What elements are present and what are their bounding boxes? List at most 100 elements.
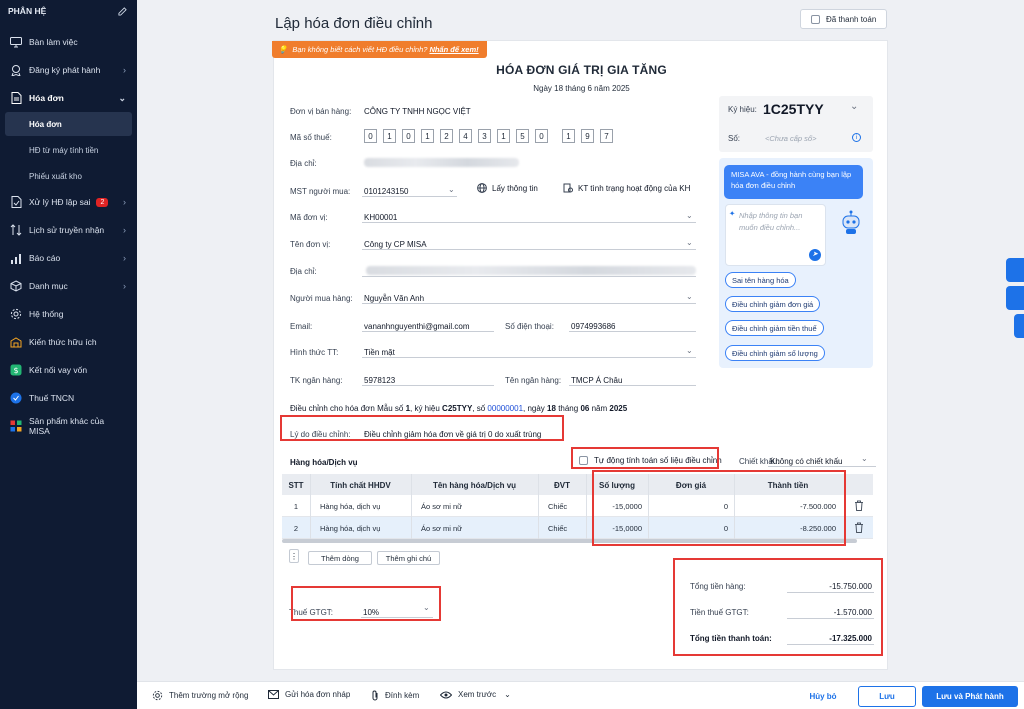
side-tab-chat[interactable] <box>1006 258 1024 282</box>
chevron-down-icon[interactable]: ⌄ <box>686 211 693 220</box>
sidebar-item-loan[interactable]: $ Kết nối vay vốn <box>0 356 137 384</box>
bank-name-value[interactable]: TMCP Á Châu <box>571 376 622 385</box>
chip-reduce-quantity[interactable]: Điều chỉnh giảm số lượng <box>725 345 825 361</box>
sidebar-subitem-cash-register[interactable]: HĐ từ máy tính tiền <box>0 138 137 162</box>
attach-button[interactable]: Đính kèm <box>371 690 419 701</box>
sidebar-subitem-label: Hóa đơn <box>29 119 62 129</box>
seller-name: CÔNG TY TNHH NGỌC VIỆT <box>364 107 471 116</box>
table-cell-unit[interactable]: Chiếc <box>538 524 586 533</box>
chip-reduce-tax[interactable]: Điều chỉnh giảm tiền thuế <box>725 320 824 336</box>
adjust-month-label: tháng <box>558 404 579 413</box>
invoice-title: HÓA ĐƠN GIÁ TRỊ GIA TĂNG <box>496 63 667 77</box>
send-draft-button[interactable]: Gửi hóa đơn nháp <box>268 690 350 699</box>
chart-icon <box>10 252 22 264</box>
sparkle-icon: ✦ <box>729 209 736 218</box>
chevron-down-icon[interactable]: ⌄ <box>686 292 693 301</box>
unit-code-label: Mã đơn vị: <box>290 213 328 222</box>
sidebar-item-history[interactable]: Lịch sử truyền nhận › <box>0 216 137 244</box>
table-cell-unit[interactable]: Chiếc <box>538 502 586 511</box>
side-tab-support[interactable] <box>1006 286 1024 310</box>
save-button[interactable]: Lưu <box>858 686 916 707</box>
checkbox-icon <box>811 14 820 24</box>
chevron-down-icon[interactable]: ⌄ <box>850 101 858 112</box>
save-issue-button[interactable]: Lưu và Phát hành <box>922 686 1018 707</box>
adjust-sym-label: , ký hiệu <box>410 404 440 413</box>
chevron-down-icon[interactable]: ⌄ <box>686 346 693 355</box>
send-icon[interactable]: ➤ <box>809 249 821 261</box>
buyer-value[interactable]: Nguyễn Văn Anh <box>364 294 424 303</box>
ai-input[interactable]: ✦ Nhập thông tin bạn muốn điều chỉnh... … <box>725 204 826 266</box>
knowledge-icon <box>10 336 22 348</box>
extra-fields-button[interactable]: Thêm trường mở rộng <box>152 690 248 701</box>
info-icon[interactable]: i <box>852 133 861 142</box>
number-value: <Chưa cấp số> <box>765 134 817 143</box>
unit-name-value[interactable]: Công ty CP MISA <box>364 240 427 249</box>
chevron-down-icon[interactable]: ⌄ <box>448 185 455 194</box>
chevron-down-icon[interactable]: ⌄ <box>686 238 693 247</box>
sidebar-item-register[interactable]: Đăng ký phát hành › <box>0 56 137 84</box>
address-redacted <box>364 158 519 167</box>
sidebar-subitem-invoice[interactable]: Hóa đơn <box>5 112 132 136</box>
adjust-number-link[interactable]: 00000001 <box>487 404 523 413</box>
paperclip-icon <box>372 690 378 701</box>
discount-value[interactable]: Không có chiết khấu <box>770 457 843 466</box>
cancel-button[interactable]: Hủy bỏ <box>793 686 853 707</box>
sidebar-subitem-label: HĐ từ máy tính tiền <box>29 145 99 155</box>
help-link[interactable]: Nhấn để xem! <box>429 45 478 54</box>
seller-label: Đơn vị bán hàng: <box>290 107 352 116</box>
help-banner[interactable]: 💡 Bạn không biết cách viết HĐ điều chỉnh… <box>272 41 487 58</box>
svg-text:$: $ <box>13 366 18 375</box>
symbol-value[interactable]: 1C25TYY <box>763 101 824 117</box>
chevron-down-icon[interactable]: ⌄ <box>861 454 868 463</box>
preview-button[interactable]: Xem trước ⌄ <box>440 690 511 699</box>
sidebar-item-knowledge[interactable]: Kiến thức hữu ích <box>0 328 137 356</box>
sidebar-item-label: Hóa đơn <box>29 93 64 103</box>
bank-account-value[interactable]: 5978123 <box>364 376 395 385</box>
table-cell-type[interactable]: Hàng hóa, dịch vụ <box>310 524 411 533</box>
chip-reduce-price[interactable]: Điều chỉnh giảm đơn giá <box>725 296 821 312</box>
side-tab-more[interactable] <box>1014 314 1024 338</box>
ai-assistant-panel: MISA AVA - đồng hành cùng bạn lập hóa đơ… <box>719 158 873 368</box>
table-cell-name[interactable]: Áo sơ mi nữ <box>411 524 538 533</box>
payment-underline <box>362 357 696 358</box>
tax-icon <box>10 392 22 404</box>
trash-icon[interactable] <box>854 500 864 511</box>
payment-value[interactable]: Tiền mặt <box>364 348 395 357</box>
sidebar-item-system[interactable]: Hệ thống <box>0 300 137 328</box>
adjust-day: 18 <box>547 404 556 413</box>
sidebar-item-fix-invoice[interactable]: Xử lý HĐ lập sai 2 › <box>0 188 137 216</box>
paid-checkbox[interactable]: Đã thanh toán <box>800 9 887 29</box>
add-note-button[interactable]: Thêm ghi chú <box>377 551 440 565</box>
table-cell-stt[interactable]: 1 <box>282 502 310 511</box>
table-cell-name[interactable]: Áo sơ mi nữ <box>411 502 538 511</box>
tax-code-digit: 3 <box>478 129 491 143</box>
sidebar-subitem-delivery-note[interactable]: Phiếu xuất kho <box>0 164 137 188</box>
sidebar-item-reports[interactable]: Báo cáo › <box>0 244 137 272</box>
table-cell-type[interactable]: Hàng hóa, dịch vụ <box>310 502 411 511</box>
more-icon[interactable]: ⋮ <box>289 549 299 563</box>
column-header: Tính chất HHDV <box>330 481 391 490</box>
sidebar-item-dashboard[interactable]: Bàn làm việc <box>0 28 137 56</box>
sidebar-item-invoice[interactable]: Hóa đơn ⌄ <box>0 84 137 112</box>
table-cell-stt[interactable]: 2 <box>282 524 310 533</box>
sidebar-item-other-products[interactable]: Sản phẩm khác của MISA <box>0 412 137 440</box>
check-status-button[interactable]: KT tình trạng hoạt động của KH <box>563 183 690 193</box>
chevron-right-icon: › <box>123 197 126 207</box>
adjust-year: 2025 <box>609 404 628 413</box>
tax-code-digit: 1 <box>497 129 510 143</box>
email-value[interactable]: vananhnguyenthi@gmail.com <box>364 322 470 331</box>
trash-icon[interactable] <box>854 522 864 533</box>
add-row-button[interactable]: Thêm dòng <box>308 551 372 565</box>
sidebar-item-pit[interactable]: Thuế TNCN <box>0 384 137 412</box>
buyer-tax-value[interactable]: 0101243150 <box>364 187 409 196</box>
edit-icon[interactable] <box>118 6 127 16</box>
sidebar-item-catalog[interactable]: Danh mục › <box>0 272 137 300</box>
chevron-down-icon[interactable]: ⌄ <box>504 690 511 699</box>
lookup-button[interactable]: Lấy thông tin <box>477 183 538 193</box>
unit-code-value[interactable]: KH00001 <box>364 213 397 222</box>
phone-label: Số điện thoại: <box>505 322 554 331</box>
chip-wrong-name[interactable]: Sai tên hàng hóa <box>725 272 796 288</box>
address2-redacted <box>366 266 696 275</box>
adjust-prefix: Điều chỉnh cho hóa đơn Mẫu số <box>290 404 404 413</box>
phone-value[interactable]: 0974993686 <box>571 322 616 331</box>
